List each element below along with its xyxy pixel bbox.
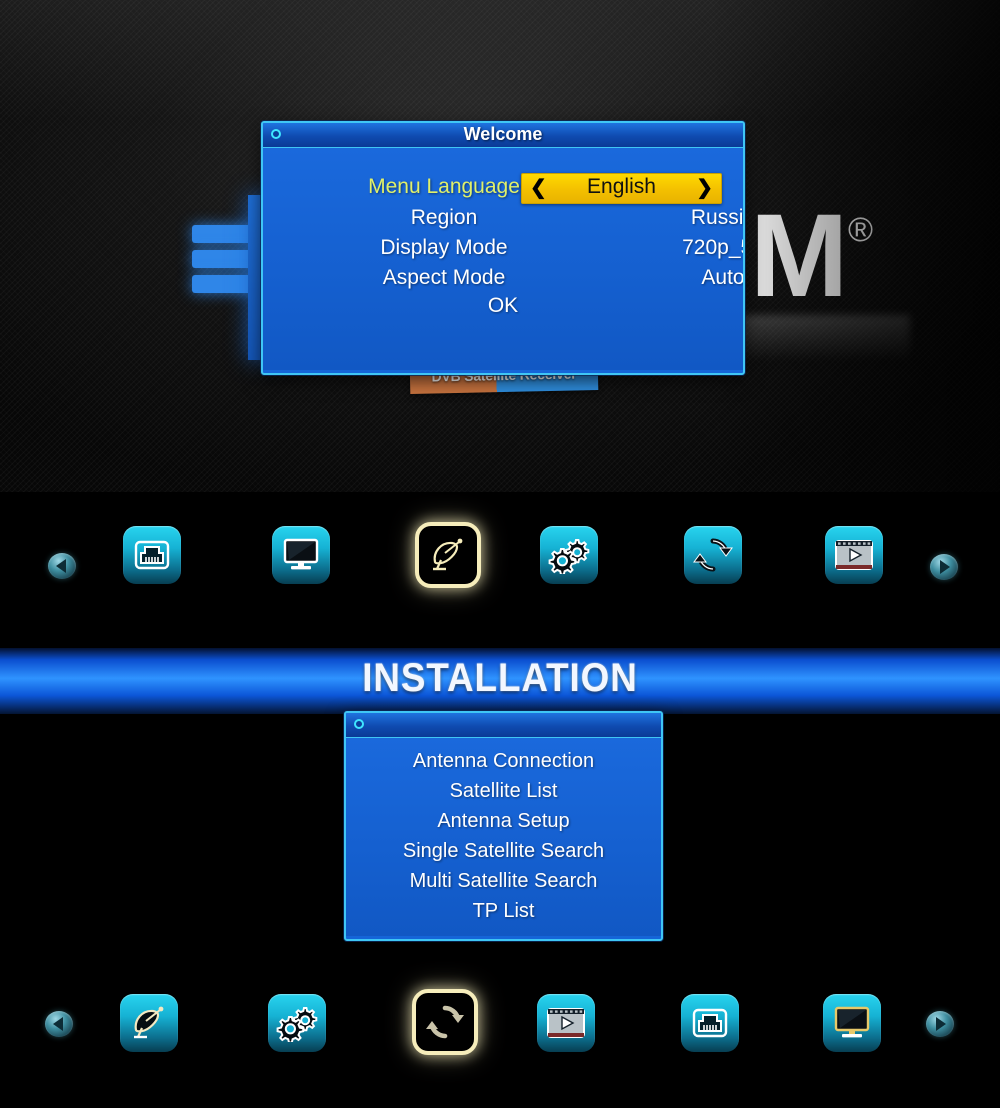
- menu-item-antenna-connection[interactable]: Antenna Connection: [346, 750, 661, 773]
- arrow-right-icon[interactable]: [930, 554, 958, 580]
- menu-language-value-selector[interactable]: ❮ English ❯: [521, 173, 722, 204]
- arrow-left-icon[interactable]: [45, 1011, 73, 1037]
- network-port-icon: [123, 526, 181, 584]
- installation-dialog: Antenna Connection Satellite List Antenn…: [344, 711, 663, 941]
- media-player-icon: [825, 526, 883, 584]
- setting-value-display-mode: 720p_50: [682, 236, 743, 259]
- icon-media[interactable]: [825, 526, 883, 584]
- welcome-dialog: Welcome Menu Language ❮ English ❯ Region…: [261, 121, 745, 375]
- menu-item-single-satellite-search[interactable]: Single Satellite Search: [346, 840, 661, 863]
- setting-label-display-mode: Display Mode: [380, 236, 508, 259]
- gears-icon: [268, 994, 326, 1052]
- satellite-dish-icon: [419, 526, 477, 584]
- icon-row-top: [0, 492, 1000, 648]
- menu-item-antenna-setup[interactable]: Antenna Setup: [346, 810, 661, 833]
- icon-upgrade[interactable]: [412, 989, 478, 1055]
- network-port-icon: [681, 994, 739, 1052]
- setting-row-display-mode[interactable]: Display Mode 720p_50: [263, 234, 743, 264]
- icon-network-port[interactable]: [123, 526, 181, 584]
- screen-glare: [0, 0, 1000, 120]
- installation-dialog-body: Antenna Connection Satellite List Antenn…: [346, 738, 661, 936]
- setting-value-region: Russia: [690, 206, 744, 229]
- circle-indicator-icon: [354, 719, 364, 729]
- icon-row-bottom: [0, 956, 1000, 1108]
- arrow-right-icon[interactable]: [926, 1011, 954, 1037]
- satellite-dish-icon: [120, 994, 178, 1052]
- icon-monitor[interactable]: [823, 994, 881, 1052]
- ok-button[interactable]: OK: [263, 294, 743, 318]
- setting-row-aspect-mode[interactable]: Aspect Mode Auto: [263, 264, 743, 294]
- setting-label-aspect-mode: Aspect Mode: [382, 266, 506, 289]
- top-screen-panel: M ® DVB Satellite Receiver Welcome Menu …: [0, 0, 1000, 492]
- menu-item-satellite-list[interactable]: Satellite List: [346, 780, 661, 803]
- icon-satellite-dish[interactable]: [120, 994, 178, 1052]
- icon-system-setup[interactable]: [540, 526, 598, 584]
- arrow-left-icon[interactable]: [48, 553, 76, 579]
- menu-item-tp-list[interactable]: TP List: [346, 900, 661, 923]
- media-player-icon: [537, 994, 595, 1052]
- welcome-dialog-body: Menu Language ❮ English ❯ Region Russia …: [263, 148, 743, 370]
- registered-trademark-icon: ®: [848, 211, 874, 249]
- gears-icon: [540, 526, 598, 584]
- icon-media[interactable]: [537, 994, 595, 1052]
- icon-monitor[interactable]: [272, 526, 330, 584]
- icon-network-port[interactable]: [681, 994, 739, 1052]
- monitor-icon: [823, 994, 881, 1052]
- setting-label-region: Region: [410, 206, 478, 229]
- setting-value-aspect-mode: Auto: [701, 266, 745, 289]
- installation-banner-title: INSTALLATION: [362, 656, 638, 700]
- icon-upgrade[interactable]: [684, 526, 742, 584]
- setting-row-region[interactable]: Region Russia: [263, 204, 743, 234]
- icon-system-setup[interactable]: [268, 994, 326, 1052]
- welcome-dialog-titlebar: Welcome: [263, 123, 743, 148]
- icon-satellite-dish[interactable]: [415, 522, 481, 588]
- installation-banner: INSTALLATION: [0, 648, 1000, 714]
- welcome-dialog-title: Welcome: [463, 124, 543, 144]
- installation-dialog-titlebar: [346, 713, 661, 738]
- refresh-icon: [416, 993, 474, 1051]
- refresh-icon: [684, 526, 742, 584]
- monitor-icon: [272, 526, 330, 584]
- chevron-right-icon[interactable]: ❯: [696, 175, 713, 200]
- menu-item-multi-satellite-search[interactable]: Multi Satellite Search: [346, 870, 661, 893]
- menu-language-value: English: [587, 175, 656, 198]
- brand-letter-m: M: [750, 190, 848, 322]
